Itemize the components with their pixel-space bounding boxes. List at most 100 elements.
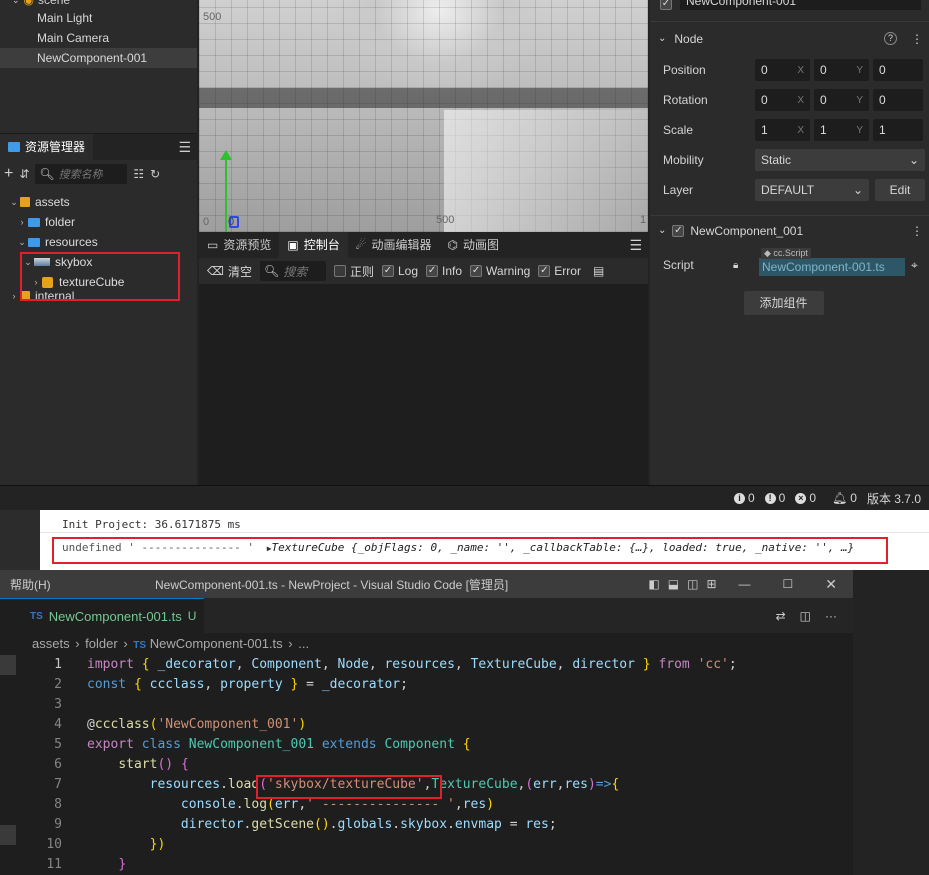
chevron-down-icon[interactable]: ⌄ <box>658 33 666 44</box>
hierarchy-item-newcomponent[interactable]: NewComponent-001 <box>0 48 197 68</box>
code-editor[interactable]: 1 2 3 4 5 6 7 8 9 10 11 import { _decora… <box>0 655 853 875</box>
breadcrumb-item[interactable]: NewComponent-001.ts <box>150 636 283 651</box>
console-search[interactable]: 🔍︎ 搜索 <box>259 261 326 281</box>
filter-warning[interactable]: ✓ Warning <box>470 264 530 278</box>
tree-item-skybox[interactable]: ⌄ skybox <box>0 252 197 272</box>
status-info[interactable]: i0 <box>733 491 755 505</box>
check-icon[interactable]: ✓ <box>470 265 483 277</box>
layout-panel-icon[interactable]: ⬓ <box>668 577 679 591</box>
refresh-icon[interactable]: ↻ <box>150 167 160 181</box>
scale-x-field[interactable]: 1X <box>755 119 810 141</box>
tab-console[interactable]: ▣ 控制台 <box>279 232 348 258</box>
tree-item-resources[interactable]: ⌄ resources <box>0 232 197 252</box>
chevron-down-icon[interactable]: ⌄ <box>22 257 34 268</box>
position-y-field[interactable]: 0Y <box>814 59 869 81</box>
tree-item-texturecube[interactable]: › textureCube <box>0 272 197 292</box>
check-icon[interactable]: ✓ <box>538 265 551 277</box>
node-section-header[interactable]: ⌄ Node ? ⋮ <box>650 21 929 55</box>
script-label: Script <box>663 258 694 272</box>
check-icon[interactable]: ✓ <box>672 224 685 237</box>
terminal-icon: ▣ <box>287 238 299 252</box>
assets-search[interactable]: 🔍︎ 搜索名称 <box>35 164 128 184</box>
status-warning[interactable]: ! 0 <box>764 491 785 505</box>
layer-select[interactable]: DEFAULT ⌄ <box>755 179 869 201</box>
tree-item-folder[interactable]: › folder <box>0 212 197 232</box>
compare-icon[interactable]: ⇄ <box>776 609 786 623</box>
minimize-icon[interactable]: — <box>739 577 751 591</box>
tree-item-internal[interactable]: › internal <box>0 289 197 303</box>
menu-help[interactable]: 帮助(H) <box>0 576 155 593</box>
chevron-down-icon[interactable]: ⌄ <box>8 197 20 208</box>
scene-view[interactable]: 500 0 0 500 1 <box>199 0 648 232</box>
value: 0 <box>761 63 768 77</box>
file-icon[interactable]: ▤ <box>593 264 604 278</box>
layout-custom-icon[interactable]: ⊞ <box>706 577 716 591</box>
tab-animation-graph[interactable]: ⌬ 动画图 <box>440 232 508 258</box>
layout-sidebar-icon[interactable]: ◧ <box>648 577 659 591</box>
node-name-input[interactable]: NewComponent-001 <box>680 0 921 10</box>
filter-error[interactable]: ✓ Error <box>538 264 581 278</box>
rotation-z-field[interactable]: 0 <box>873 89 923 111</box>
y-axis-arrow <box>220 150 232 160</box>
regex-checkbox[interactable] <box>333 265 346 277</box>
inspector-node-header: ✓ NewComponent-001 <box>650 0 929 10</box>
code-line-11: } <box>118 857 127 872</box>
tab-preview[interactable]: ▭ 资源预览 <box>199 232 279 258</box>
position-x-field[interactable]: 0X <box>755 59 810 81</box>
locate-icon[interactable]: ⌖ <box>911 258 918 273</box>
more-icon[interactable]: ··· <box>825 609 837 623</box>
chevron-down-icon[interactable]: ⌄ <box>16 237 28 248</box>
rotation-y-field[interactable]: 0Y <box>814 89 869 111</box>
chevron-down-icon[interactable]: ⌄ <box>658 225 666 236</box>
chevron-right-icon[interactable]: › <box>30 277 42 287</box>
code-line-9: director.getScene().globals.skybox.envma… <box>180 817 557 832</box>
help-icon[interactable]: ? <box>884 32 897 45</box>
chevron-right-icon[interactable]: › <box>16 217 28 227</box>
more-icon[interactable]: ⋮ <box>911 32 923 46</box>
menu-icon[interactable]: ☰ <box>629 237 642 254</box>
check-icon[interactable]: ✓ <box>382 265 394 277</box>
position-z-field[interactable]: 0 <box>873 59 923 81</box>
editor-tabbar: TS NewComponent-001.ts U ⇄ ◫ ··· <box>0 598 853 633</box>
split-editor-icon[interactable]: ◫ <box>800 609 811 623</box>
layout-split-icon[interactable]: ◫ <box>687 577 698 591</box>
filter-info[interactable]: ✓ Info <box>426 264 462 278</box>
chevron-down-icon[interactable]: ⌄ <box>12 0 20 6</box>
scale-row: Scale 1X 1Y 1 <box>650 115 929 145</box>
breadcrumb-item[interactable]: assets <box>32 636 70 651</box>
sort-icon[interactable]: ⇵ <box>19 167 29 181</box>
tab-assets[interactable]: 资源管理器 <box>0 134 94 160</box>
maximize-icon[interactable]: ☐ <box>783 577 794 591</box>
scale-z-field[interactable]: 1 <box>873 119 923 141</box>
more-icon[interactable]: ⋮ <box>911 224 923 238</box>
scale-y-field[interactable]: 1Y <box>814 119 869 141</box>
devtools-line-result[interactable]: undefined ' --------------- ' ▶TextureCu… <box>62 541 854 554</box>
status-error[interactable]: × 0 <box>795 491 816 505</box>
rotation-x-field[interactable]: 0X <box>755 89 810 111</box>
mobility-select[interactable]: Static ⌄ <box>755 149 925 171</box>
regex-toggle[interactable]: 正则 <box>333 263 374 280</box>
hierarchy-item-main-camera[interactable]: Main Camera <box>0 28 197 48</box>
component-header[interactable]: ⌄ ✓ NewComponent_001 ⋮ <box>650 215 929 245</box>
check-icon[interactable]: ✓ <box>426 265 439 277</box>
breadcrumb-item[interactable]: folder <box>85 636 118 651</box>
status-notify[interactable]: 🔔︎ 0 <box>832 491 857 505</box>
script-field[interactable]: ◆ cc.Script NewComponent-001.ts <box>759 248 905 276</box>
editor-tab-active[interactable]: TS NewComponent-001.ts U <box>0 598 205 633</box>
filter-log[interactable]: ✓ Log <box>382 264 418 278</box>
check-icon[interactable]: ✓ <box>660 0 672 10</box>
breadcrumb-item[interactable]: ... <box>298 636 309 651</box>
tree-item-label: assets <box>35 195 70 209</box>
layer-edit-button[interactable]: Edit <box>875 179 925 201</box>
list-icon[interactable]: ☷ <box>133 167 144 181</box>
tree-item-assets[interactable]: ⌄ assets <box>0 192 197 212</box>
add-component-button[interactable]: 添加组件 <box>743 291 824 315</box>
tab-animation-editor[interactable]: ☄ 动画编辑器 <box>348 232 440 258</box>
hierarchy-item-main-light[interactable]: Main Light <box>0 8 197 28</box>
close-icon[interactable]: ✕ <box>825 576 837 593</box>
hierarchy-root[interactable]: ⌄ ◉ scene <box>0 0 197 7</box>
clear-button[interactable]: ⌫ 清空 <box>207 263 252 280</box>
chevron-right-icon[interactable]: › <box>8 291 20 301</box>
add-icon[interactable]: + <box>4 165 13 183</box>
menu-icon[interactable]: ☰ <box>178 139 191 156</box>
